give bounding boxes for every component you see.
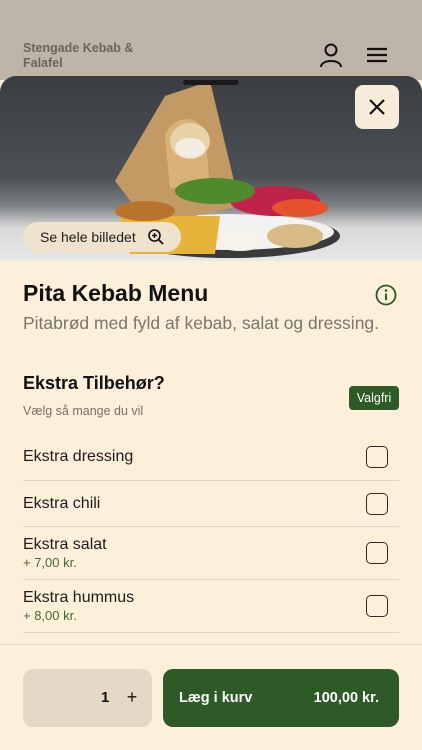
option-checkbox[interactable] <box>366 446 388 468</box>
info-icon[interactable] <box>375 284 397 306</box>
optional-badge: Valgfri <box>349 386 399 410</box>
option-checkbox[interactable] <box>366 595 388 617</box>
option-row-extra-salat[interactable]: Ekstra salat + 7,00 kr. <box>23 527 399 580</box>
option-row-extra-hummus[interactable]: Ekstra hummus + 8,00 kr. <box>23 580 399 633</box>
option-name: Ekstra chili <box>23 495 101 512</box>
option-row-extra-chili[interactable]: Ekstra chili <box>23 481 399 527</box>
sheet-grabber[interactable] <box>183 80 239 85</box>
cart-total-price: 100,00 kr. <box>313 690 379 706</box>
zoom-in-icon <box>148 229 164 245</box>
add-to-cart-label: Læg i kurv <box>179 690 253 706</box>
user-icon[interactable] <box>318 42 344 68</box>
restaurant-name[interactable]: Stengade Kebab & Falafel <box>23 41 153 71</box>
hamburger-menu-icon[interactable] <box>364 42 390 68</box>
product-title: Pita Kebab Menu <box>23 280 209 306</box>
close-icon <box>369 99 385 115</box>
option-name: Ekstra salat <box>23 536 107 553</box>
extras-section-subtitle: Vælg så mange du vil <box>23 404 144 418</box>
option-price: + 8,00 kr. <box>23 608 77 623</box>
increment-button[interactable]: + <box>121 686 143 708</box>
option-name: Ekstra hummus <box>23 589 135 606</box>
option-checkbox[interactable] <box>366 493 388 515</box>
add-to-cart-button[interactable]: Læg i kurv 100,00 kr. <box>163 669 399 727</box>
option-name: Ekstra dressing <box>23 448 134 465</box>
view-full-image-label: Se hele billedet <box>40 229 136 245</box>
top-bar: Stengade Kebab & Falafel <box>0 0 422 80</box>
extras-section-title: Ekstra Tilbehør? <box>23 373 165 393</box>
quantity-stepper[interactable]: 1 + <box>23 669 152 727</box>
product-description: Pitabrød med fyld af kebab, salat og dre… <box>23 313 380 333</box>
option-row-extra-dressing[interactable]: Ekstra dressing <box>23 434 399 481</box>
option-checkbox[interactable] <box>366 542 388 564</box>
quantity-value: 1 <box>101 689 110 706</box>
view-full-image-button[interactable]: Se hele billedet <box>23 222 181 252</box>
close-button[interactable] <box>355 85 399 129</box>
option-price: + 7,00 kr. <box>23 555 77 570</box>
